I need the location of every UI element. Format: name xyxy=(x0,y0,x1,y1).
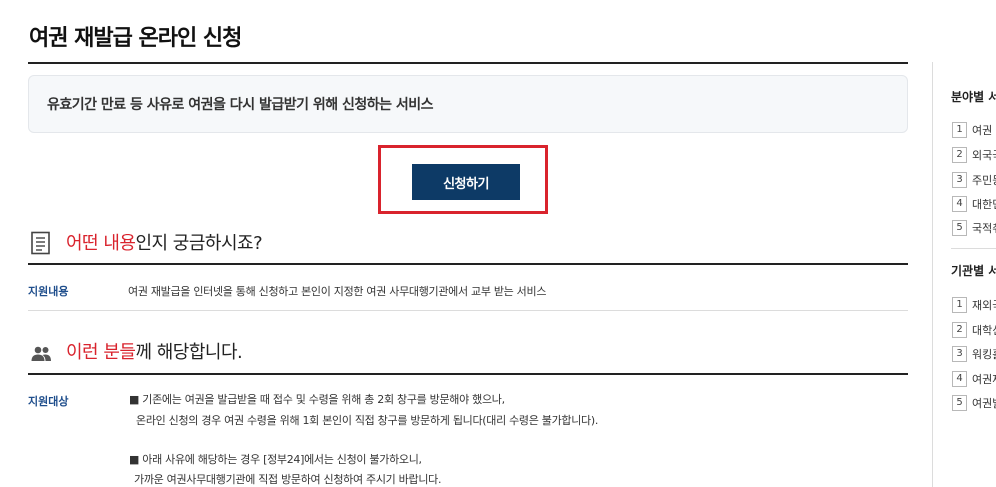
agency-service-item[interactable]: 5 여권발 xyxy=(952,395,996,413)
target-line-2: 온라인 신청의 경우 여권 수령을 위해 1회 본인이 직접 창구를 방문하게 … xyxy=(136,414,599,427)
support-content-text: 여권 재발급을 인터넷을 통해 신청하고 본인이 지정한 여권 사무대행기관에서… xyxy=(128,285,547,298)
support-target-label: 지원대상 xyxy=(28,395,69,408)
agency-service-item[interactable]: 1 재외국 xyxy=(952,297,996,315)
service-link-label: 여권발 xyxy=(972,397,996,410)
support-content-label: 지원내용 xyxy=(28,285,69,298)
title-divider xyxy=(28,62,908,64)
sidebar: 분야별 서 1여권 재 2외국국 3주민등 4대한민 5국적취 기관별 서 1재… xyxy=(932,62,996,487)
section-content-header: 어떤 내용인지 궁금하시죠? xyxy=(28,227,628,259)
row-divider xyxy=(28,310,908,311)
field-service-item[interactable]: 2 외국국 xyxy=(952,147,996,165)
service-link-label: 워킹홀 xyxy=(972,348,996,361)
service-link-label: 주민등 xyxy=(972,174,996,187)
rank-number: 2 xyxy=(952,322,967,338)
apply-button[interactable]: 신청하기 xyxy=(412,164,520,200)
rank-number: 3 xyxy=(952,346,967,362)
section-target-heading: 이런 분들께 해당합니다. xyxy=(66,338,243,364)
target-line-3: ■ 아래 사유에 해당하는 경우 [정부24]에서는 신청이 불가하오니, xyxy=(129,453,422,466)
main-content: 여권 재발급 온라인 신청 유효기간 만료 등 사유로 여권을 다시 발급받기 … xyxy=(0,0,933,487)
rank-number: 5 xyxy=(952,395,967,411)
field-service-item[interactable]: 4 대한민 xyxy=(952,196,996,214)
service-link-label: 대학신 xyxy=(972,324,996,337)
sidebar-divider xyxy=(951,248,996,249)
agency-services-title: 기관별 서 xyxy=(951,264,996,278)
service-link-label: 재외국 xyxy=(972,299,996,312)
rank-number: 5 xyxy=(952,220,967,236)
service-summary-box: 유효기간 만료 등 사유로 여권을 다시 발급받기 위해 신청하는 서비스 xyxy=(28,75,908,133)
agency-service-item[interactable]: 3 워킹홀 xyxy=(952,346,996,364)
service-link-label: 외국국 xyxy=(972,149,996,162)
section-content-heading-accent: 어떤 내용 xyxy=(66,233,136,254)
rank-number: 4 xyxy=(952,196,967,212)
service-link-label: 여권재 xyxy=(972,373,996,386)
agency-service-item[interactable]: 4 여권재 xyxy=(952,371,996,389)
field-service-item[interactable]: 3 주민등 xyxy=(952,172,996,190)
section-target-divider xyxy=(28,373,908,375)
field-services-title: 분야별 서 xyxy=(951,90,996,104)
service-link-label: 여권 재 xyxy=(972,124,996,137)
people-icon xyxy=(31,346,51,361)
field-service-item[interactable]: 5 국적취 xyxy=(952,220,996,238)
page-title: 여권 재발급 온라인 신청 xyxy=(29,26,242,51)
rank-number: 1 xyxy=(952,297,967,313)
document-icon xyxy=(31,231,50,255)
service-summary-text: 유효기간 만료 등 사유로 여권을 다시 발급받기 위해 신청하는 서비스 xyxy=(47,97,434,113)
service-link-label: 대한민 xyxy=(972,198,996,211)
section-content-divider xyxy=(28,263,908,265)
rank-number: 3 xyxy=(952,172,967,188)
target-line-1: ■ 기존에는 여권을 발급받을 때 접수 및 수령을 위해 총 2회 창구를 방… xyxy=(129,393,505,406)
section-content-heading: 어떤 내용인지 궁금하시죠? xyxy=(66,229,263,255)
rank-number: 4 xyxy=(952,371,967,387)
section-content-heading-rest: 인지 궁금하시죠? xyxy=(135,233,263,254)
section-target-header: 이런 분들께 해당합니다. xyxy=(28,336,628,368)
section-target-heading-accent: 이런 분들 xyxy=(66,342,136,363)
rank-number: 1 xyxy=(952,122,967,138)
service-link-label: 국적취 xyxy=(972,222,996,235)
target-line-4: 가까운 여권사무대행기관에 직접 방문하여 신청하여 주시기 바랍니다. xyxy=(134,473,442,486)
rank-number: 2 xyxy=(952,147,967,163)
agency-service-item[interactable]: 2 대학신 xyxy=(952,322,996,340)
field-service-item[interactable]: 1 여권 재 xyxy=(952,122,996,140)
section-target-heading-rest: 께 해당합니다. xyxy=(135,342,243,363)
